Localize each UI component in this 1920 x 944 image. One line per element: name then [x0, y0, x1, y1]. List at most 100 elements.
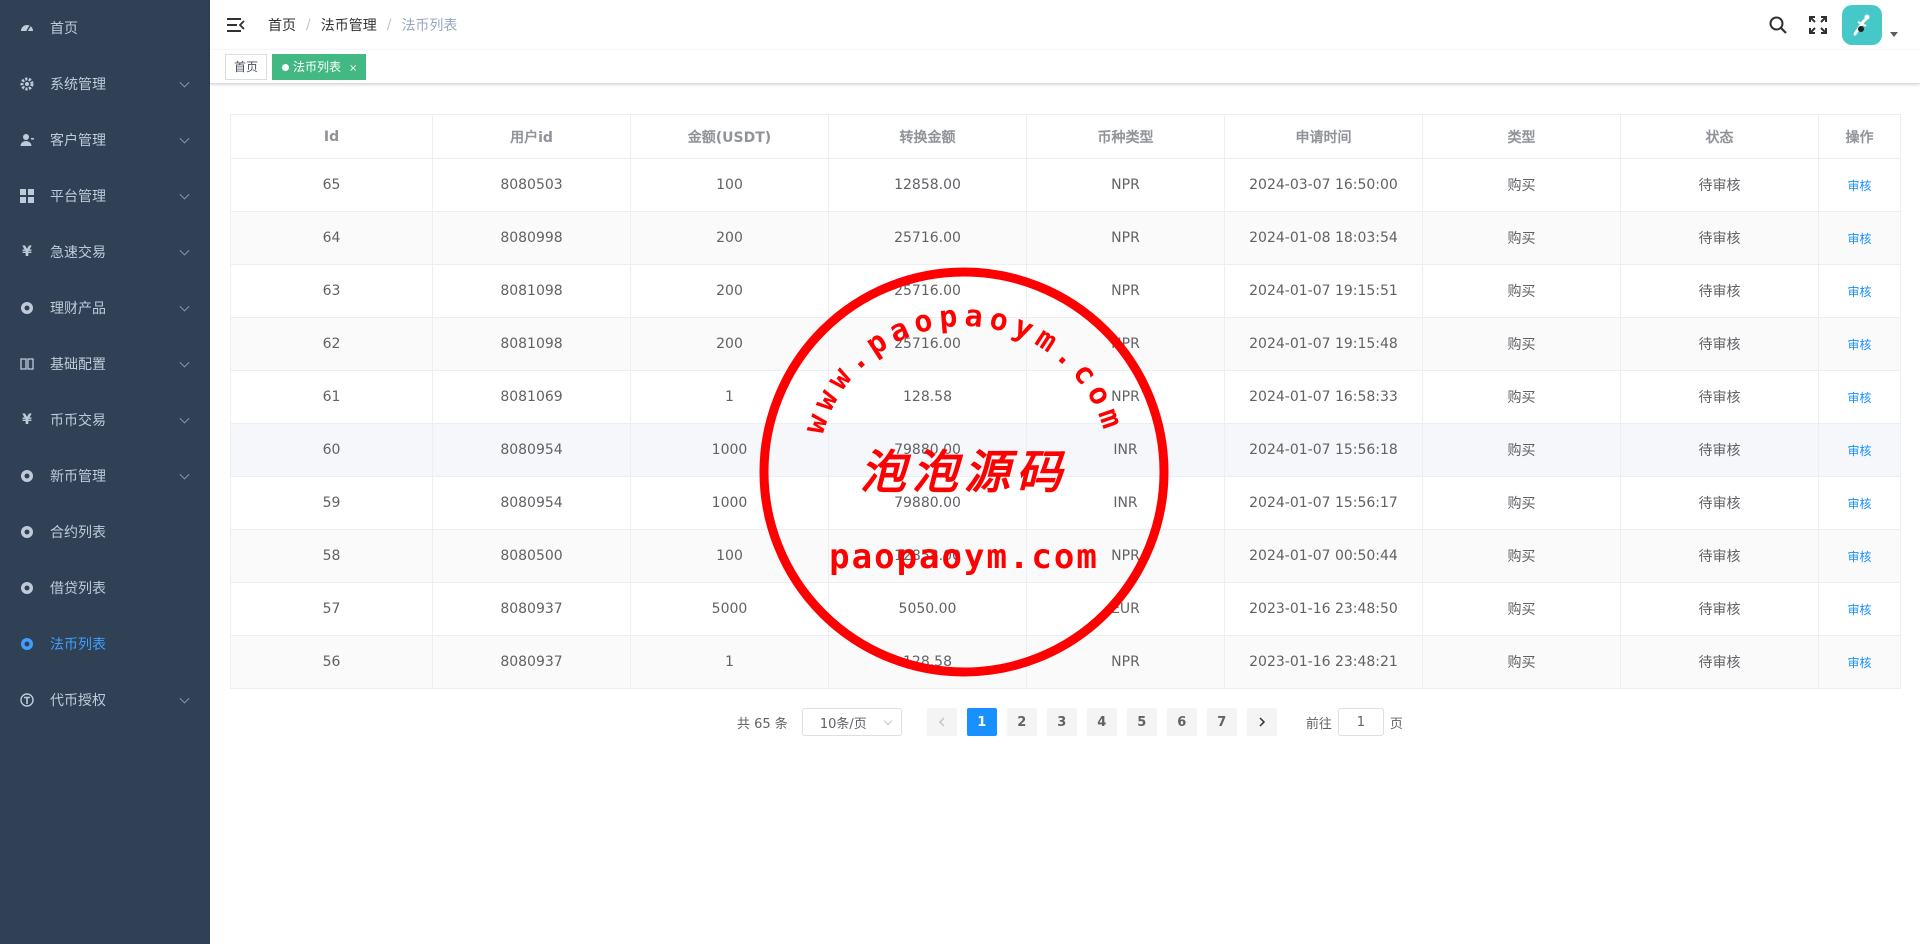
- table-cell: 200: [630, 211, 829, 265]
- page-number-button[interactable]: 5: [1126, 708, 1157, 736]
- sidebar-item[interactable]: 客户管理: [0, 112, 210, 168]
- table-cell: 128.58: [828, 635, 1027, 689]
- table-cell: 购买: [1422, 423, 1621, 477]
- tag-fiat-list[interactable]: 法币列表 ×: [272, 54, 367, 81]
- review-button[interactable]: 审核: [1847, 179, 1871, 193]
- table-cell: 58: [230, 529, 433, 583]
- circle-icon: [20, 637, 34, 651]
- review-button[interactable]: 审核: [1847, 550, 1871, 564]
- hamburger-icon[interactable]: [226, 15, 246, 35]
- table-cell: 审核: [1818, 476, 1901, 530]
- sidebar-item[interactable]: ¥ 币币交易: [0, 392, 210, 448]
- review-button[interactable]: 审核: [1847, 444, 1871, 458]
- sidebar-item[interactable]: 平台管理: [0, 168, 210, 224]
- sidebar-item[interactable]: 合约列表: [0, 504, 210, 560]
- table-cell: NPR: [1026, 317, 1225, 371]
- review-button[interactable]: 审核: [1847, 391, 1871, 405]
- table-cell: 65: [230, 158, 433, 212]
- table-header-row: Id 用户id 金额(USDT) 转换金额 币种类型 申请时间 类型 状态 操作: [230, 114, 1901, 159]
- review-button[interactable]: 审核: [1847, 497, 1871, 511]
- table-cell: 审核: [1818, 158, 1901, 212]
- page-number-button[interactable]: 7: [1206, 708, 1237, 736]
- column-header[interactable]: 申请时间: [1224, 114, 1423, 159]
- page-number-button[interactable]: 2: [1006, 708, 1037, 736]
- page-size-select[interactable]: 10条/页: [801, 708, 902, 736]
- table-cell: INR: [1026, 476, 1225, 530]
- table-cell: 12858.00: [828, 158, 1027, 212]
- column-header[interactable]: Id: [230, 114, 433, 159]
- sidebar-item[interactable]: 代币授权: [0, 672, 210, 728]
- table-cell: NPR: [1026, 370, 1225, 424]
- circle-icon: [20, 581, 34, 595]
- sidebar-item[interactable]: 基础配置: [0, 336, 210, 392]
- sidebar-item[interactable]: 理财产品: [0, 280, 210, 336]
- fullscreen-icon[interactable]: [1798, 0, 1838, 50]
- search-icon[interactable]: [1758, 0, 1798, 50]
- goto-page-input[interactable]: [1337, 708, 1384, 736]
- chevron-down-icon: [179, 693, 190, 704]
- table-cell: 61: [230, 370, 433, 424]
- review-button[interactable]: 审核: [1847, 656, 1871, 670]
- avatar[interactable]: [1842, 5, 1882, 45]
- navbar-right-menu: [1758, 0, 1920, 50]
- table-cell: 审核: [1818, 317, 1901, 371]
- fiat-order-table: Id 用户id 金额(USDT) 转换金额 币种类型 申请时间 类型 状态 操作 65 80805…: [230, 114, 1901, 689]
- column-header[interactable]: 用户id: [432, 114, 631, 159]
- sidebar-item[interactable]: 系统管理: [0, 56, 210, 112]
- table-cell: 8081069: [432, 370, 631, 424]
- column-header[interactable]: 状态: [1620, 114, 1819, 159]
- yen-icon: ¥: [22, 244, 32, 260]
- table-cell: 8080998: [432, 211, 631, 265]
- table-cell: 审核: [1818, 423, 1901, 477]
- table-cell: 1000: [630, 476, 829, 530]
- sidebar-item[interactable]: 借贷列表: [0, 560, 210, 616]
- goto-label: 前往: [1305, 716, 1332, 732]
- close-icon[interactable]: ×: [349, 57, 357, 81]
- caret-down-icon[interactable]: [1890, 31, 1898, 37]
- sidebar-item[interactable]: 新币管理: [0, 448, 210, 504]
- tag-home[interactable]: 首页: [225, 54, 268, 80]
- chevron-down-icon: [883, 716, 893, 726]
- review-button[interactable]: 审核: [1847, 285, 1871, 299]
- table-cell: NPR: [1026, 264, 1225, 318]
- review-button[interactable]: 审核: [1847, 232, 1871, 246]
- page-size-value: 10条/页: [819, 716, 867, 732]
- breadcrumb-fiat-management[interactable]: 法币管理: [321, 15, 377, 35]
- prev-page-button[interactable]: [926, 708, 957, 736]
- table-cell: NPR: [1026, 211, 1225, 265]
- page-number-button[interactable]: 3: [1046, 708, 1077, 736]
- column-header[interactable]: 金额(USDT): [630, 114, 829, 159]
- table-cell: 79880.00: [828, 476, 1027, 530]
- review-button[interactable]: 审核: [1847, 338, 1871, 352]
- table-cell: 2023-01-16 23:48:21: [1224, 635, 1423, 689]
- column-header[interactable]: 操作: [1818, 114, 1901, 159]
- next-page-button[interactable]: [1246, 708, 1277, 736]
- sidebar-item[interactable]: 首页: [0, 0, 210, 56]
- page-number-button[interactable]: 4: [1086, 708, 1117, 736]
- table-cell: 12858.00: [828, 529, 1027, 583]
- book-icon: [20, 357, 34, 371]
- page-number-button[interactable]: 1: [966, 708, 997, 736]
- page-number-button[interactable]: 6: [1166, 708, 1197, 736]
- table-cell: INR: [1026, 423, 1225, 477]
- yen-icon: ¥: [22, 412, 32, 428]
- table-cell: 25716.00: [828, 317, 1027, 371]
- sidebar-item-label: 法币列表: [50, 637, 106, 653]
- review-button[interactable]: 审核: [1847, 603, 1871, 617]
- sidebar-item[interactable]: ¥ 急速交易: [0, 224, 210, 280]
- table-cell: 2024-01-07 00:50:44: [1224, 529, 1423, 583]
- column-header[interactable]: 类型: [1422, 114, 1621, 159]
- table-cell: 56: [230, 635, 433, 689]
- column-header[interactable]: 转换金额: [828, 114, 1027, 159]
- table-cell: 8080503: [432, 158, 631, 212]
- total-count: 共 65 条: [737, 716, 788, 732]
- table-cell: 购买: [1422, 529, 1621, 583]
- breadcrumb-home[interactable]: 首页: [268, 15, 296, 35]
- sidebar-item[interactable]: 法币列表: [0, 616, 210, 672]
- sidebar-item-label: 借贷列表: [50, 581, 106, 597]
- column-header[interactable]: 币种类型: [1026, 114, 1225, 159]
- table-cell: 2024-01-08 18:03:54: [1224, 211, 1423, 265]
- table-row: 62 8081098 200 25716.00 NPR 2024-01-07 19:15:…: [230, 317, 1901, 371]
- table-cell: 待审核: [1620, 317, 1819, 371]
- sidebar: 首页 系统管理 客户管理 平台管理 ¥ 急速交易 理财产品 基础配置 ¥ 币币交易 新币管理 合约列表…: [0, 0, 210, 944]
